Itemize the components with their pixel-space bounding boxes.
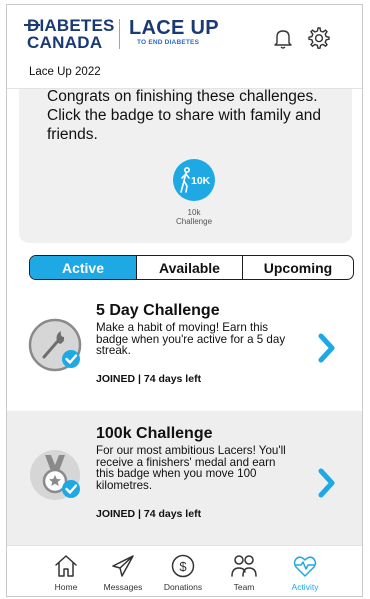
page-subtitle: Lace Up 2022 (29, 66, 101, 78)
brand-line2: CANADA (27, 33, 103, 52)
badge-label-line1: 10k (187, 208, 201, 217)
completed-badge-10k[interactable]: 10K (173, 159, 215, 201)
nav-activity[interactable]: Activity (273, 552, 337, 592)
nav-home[interactable]: Home (34, 552, 98, 592)
badge-icon-text: 10K (191, 175, 211, 187)
challenge-description: Make a habit of moving! Earn this badge … (96, 321, 286, 358)
nav-team-label: Team (233, 582, 255, 592)
bottom-navigation: Home Messages $ Donations Team Activity (7, 545, 362, 596)
challenge-card-100k[interactable]: 100k Challenge For our most ambitious La… (7, 411, 362, 545)
medal-badge-icon (30, 450, 80, 500)
svg-text:$: $ (179, 559, 187, 574)
heartbeat-icon (293, 556, 317, 577)
challenge-tabs: Active Available Upcoming (29, 255, 354, 280)
tab-upcoming[interactable]: Upcoming (243, 256, 353, 279)
nav-activity-label: Activity (291, 582, 319, 592)
brand-line1: DIABETES (24, 17, 117, 34)
nav-messages[interactable]: Messages (91, 552, 155, 592)
challenge-title: 5 Day Challenge (96, 302, 220, 319)
tab-active[interactable]: Active (30, 256, 137, 279)
tab-available[interactable]: Available (137, 256, 243, 279)
app-screen: Congrats on finishing these challenges. … (6, 4, 363, 597)
logo-divider (119, 19, 120, 49)
campaign-line1: LACE UP (129, 17, 219, 39)
dollar-icon: $ (171, 554, 195, 578)
bell-icon[interactable] (270, 25, 296, 51)
nav-messages-label: Messages (103, 582, 143, 592)
challenge-card-5-day[interactable]: 5 Day Challenge Make a habit of moving! … (7, 289, 362, 407)
campaign-line2: TO END DIABETES (137, 39, 200, 46)
lace-up-logo: LACE UP TO END DIABETES (129, 18, 219, 46)
walker-icon: 10K (180, 167, 211, 193)
send-icon (112, 555, 134, 577)
nav-donations-label: Donations (163, 582, 203, 592)
badge-label-line2: Challenge (175, 217, 213, 226)
chevron-right-icon[interactable] (317, 333, 337, 363)
congrats-message: Congrats on finishing these challenges. … (47, 88, 321, 143)
home-icon (55, 555, 77, 577)
app-header: DIABETES CANADA LACE UP TO END DIABETES … (7, 5, 362, 89)
challenge-description: For our most ambitious Lacers! You'll re… (96, 444, 286, 492)
badge-label: 10k Challenge (149, 208, 239, 226)
challenge-title: 100k Challenge (96, 425, 213, 442)
challenge-status: JOINED | 74 days left (96, 508, 202, 520)
torch-badge-icon (28, 318, 82, 372)
diabetes-canada-logo: DIABETES CANADA (24, 17, 117, 52)
challenge-status: JOINED | 74 days left (96, 373, 202, 385)
nav-team[interactable]: Team (212, 552, 276, 592)
nav-home-label: Home (54, 582, 78, 592)
gear-icon[interactable] (305, 25, 331, 51)
completed-challenges-card: Congrats on finishing these challenges. … (19, 75, 352, 243)
chevron-right-icon[interactable] (317, 468, 337, 498)
team-icon (231, 555, 257, 577)
nav-donations[interactable]: $ Donations (151, 552, 215, 592)
